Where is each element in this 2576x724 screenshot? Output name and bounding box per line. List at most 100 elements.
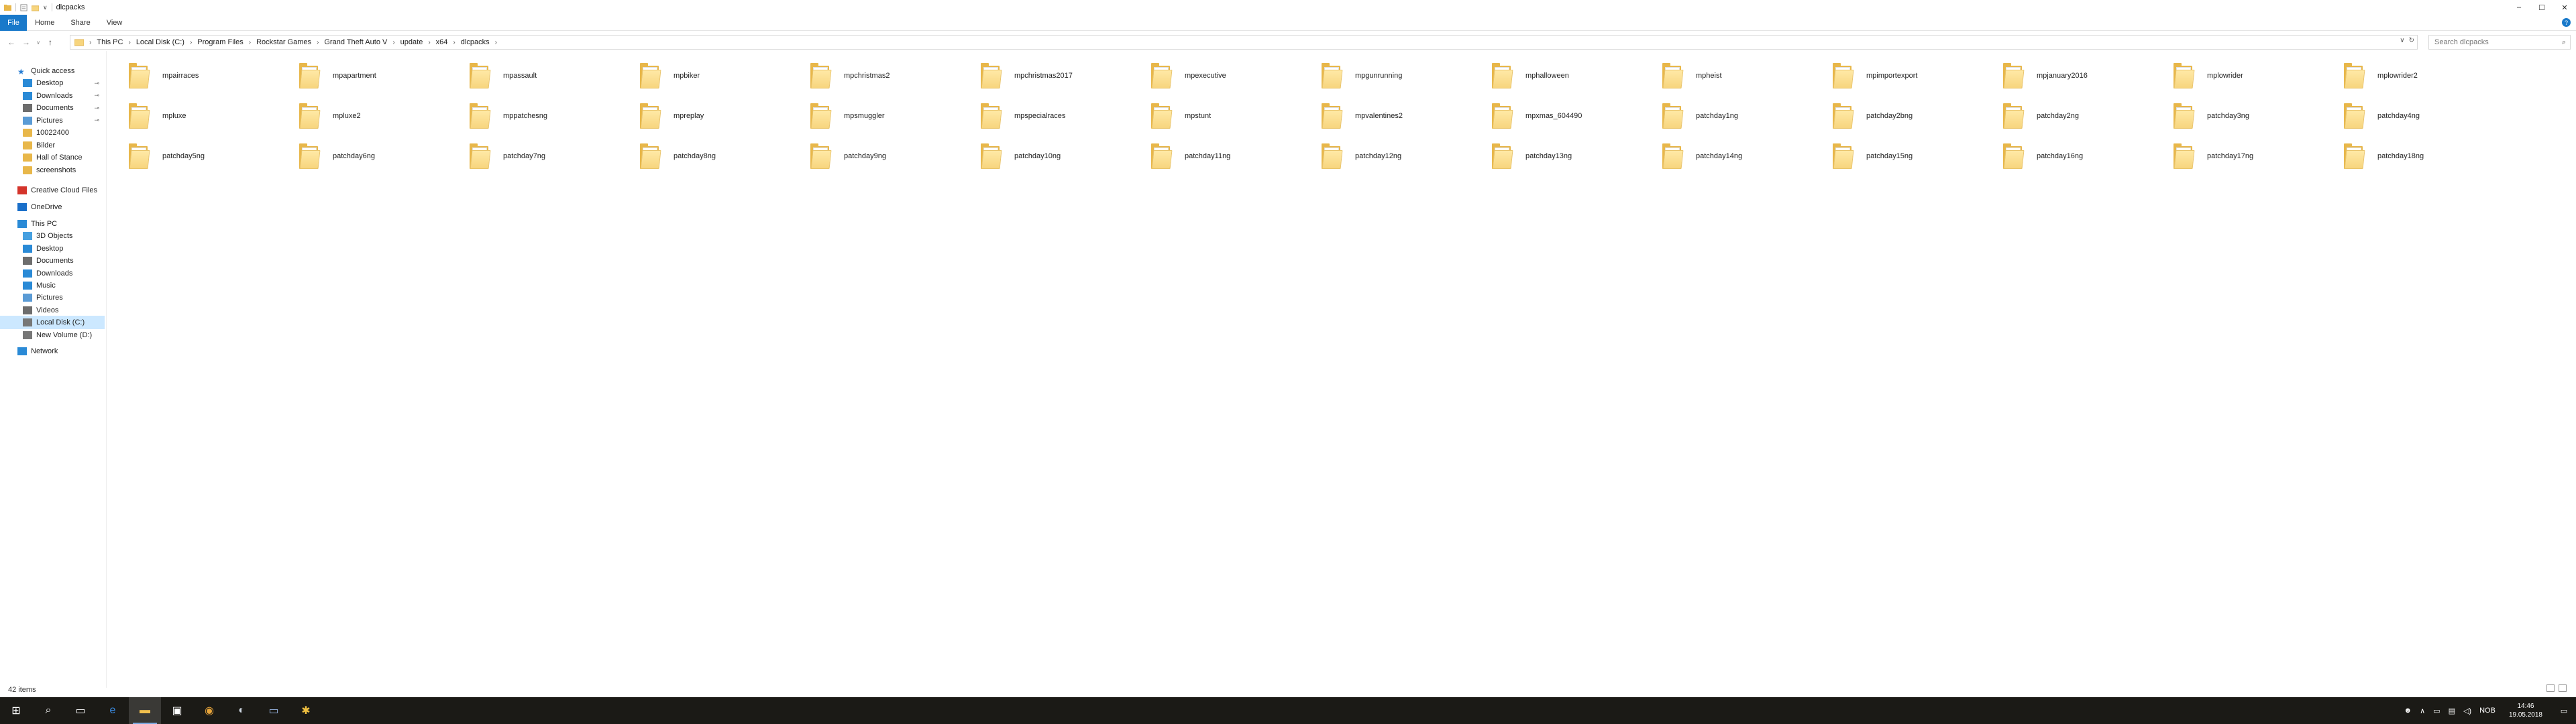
close-button[interactable]: ✕ <box>2553 0 2576 15</box>
large-icons-view-icon[interactable] <box>2559 684 2567 692</box>
chevron-right-icon[interactable]: › <box>392 39 394 46</box>
folder-item[interactable]: patchday3ng <box>2172 98 2340 134</box>
chevron-right-icon[interactable]: › <box>128 39 130 46</box>
nav-item-screenshots[interactable]: screenshots <box>0 164 105 177</box>
folder-item[interactable]: mpchristmas2 <box>809 58 977 94</box>
folder-item[interactable]: mpapartment <box>298 58 466 94</box>
chevron-up-icon[interactable]: ∧ <box>2420 707 2425 715</box>
folder-item[interactable]: mpstunt <box>1150 98 1318 134</box>
breadcrumb-item[interactable]: dlcpacks <box>461 38 490 46</box>
back-button[interactable]: ← <box>4 35 19 50</box>
search-field[interactable]: ⌕ <box>2428 35 2571 50</box>
folder-item[interactable]: mphalloween <box>1491 58 1658 94</box>
nav-item-new-volume-d[interactable]: New Volume (D:) <box>0 328 105 342</box>
nav-item-this-pc[interactable]: This PC <box>0 217 105 231</box>
nav-item-music[interactable]: Music <box>0 279 105 292</box>
folder-item[interactable]: mplowrider <box>2172 58 2340 94</box>
nav-item-onedrive[interactable]: OneDrive <box>0 200 105 214</box>
nav-item-creative-cloud-files[interactable]: Creative Cloud Files <box>0 184 105 197</box>
rockstar-launcher-icon[interactable]: ✱ <box>290 697 322 724</box>
folder-item[interactable]: patchday11ng <box>1150 138 1318 174</box>
start-icon[interactable]: ⊞ <box>0 697 32 724</box>
folder-item[interactable]: mpairraces <box>127 58 295 94</box>
tab-share[interactable]: Share <box>62 15 98 31</box>
chevron-right-icon[interactable]: › <box>428 39 430 46</box>
folder-item[interactable]: patchday10ng <box>979 138 1147 174</box>
file-explorer-icon[interactable]: ▬ <box>129 697 161 724</box>
breadcrumb-item[interactable]: This PC <box>97 38 123 46</box>
folder-item[interactable]: mpjanuary2016 <box>2002 58 2169 94</box>
folder-item[interactable]: patchday14ng <box>1661 138 1829 174</box>
chevron-right-icon[interactable]: › <box>89 39 91 46</box>
battery-icon[interactable]: ▭ <box>2433 707 2440 715</box>
folder-item[interactable]: mpvalentines2 <box>1320 98 1488 134</box>
chevron-down-icon[interactable]: ∨ <box>43 4 48 11</box>
nav-item-documents[interactable]: Documents ⊸ <box>0 101 105 115</box>
breadcrumb-item[interactable]: Program Files <box>197 38 243 46</box>
up-button[interactable]: ↑ <box>43 35 58 50</box>
action-center-icon[interactable]: ▭ <box>2552 697 2576 724</box>
nav-item-3d-objects[interactable]: 3D Objects <box>0 229 105 243</box>
folder-item[interactable]: patchday18ng <box>2343 138 2510 174</box>
folder-item[interactable]: patchday6ng <box>298 138 466 174</box>
folder-item[interactable]: patchday2bng <box>1831 98 1999 134</box>
app-window-icon[interactable]: ▭ <box>258 697 290 724</box>
nav-item-downloads[interactable]: Downloads ⊸ <box>0 89 105 103</box>
folder-item[interactable]: patchday9ng <box>809 138 977 174</box>
chevron-down-icon[interactable]: ∨ <box>2400 37 2404 44</box>
chevron-right-icon[interactable]: › <box>317 39 319 46</box>
folder-item[interactable]: patchday8ng <box>639 138 806 174</box>
minimize-button[interactable]: – <box>2508 0 2530 15</box>
details-view-icon[interactable] <box>2546 684 2555 692</box>
nav-item-quick-access[interactable]: ★ Quick access <box>0 64 105 78</box>
edge-icon[interactable]: e <box>97 697 129 724</box>
network-icon[interactable]: ▤ <box>2449 707 2455 715</box>
clock[interactable]: 14:46 19.05.2018 <box>2509 702 2542 719</box>
address-bar[interactable]: › This PC › Local Disk (C:) › Program Files ›… <box>70 35 2418 50</box>
folder-item[interactable]: patchday2ng <box>2002 98 2169 134</box>
tab-home[interactable]: Home <box>27 15 62 31</box>
new-folder-icon[interactable] <box>32 4 39 11</box>
folder-item[interactable]: patchday12ng <box>1320 138 1488 174</box>
folder-item[interactable]: mppatchesng <box>468 98 636 134</box>
search-input[interactable] <box>2434 38 2555 46</box>
nav-item-videos[interactable]: Videos <box>0 304 105 317</box>
language-indicator[interactable]: NOB <box>2479 707 2496 715</box>
folder-item[interactable]: mpgunrunning <box>1320 58 1488 94</box>
recent-locations-button[interactable]: ∨ <box>34 35 43 50</box>
nav-item-documents[interactable]: Documents <box>0 254 105 267</box>
volume-icon[interactable]: ◁) <box>2463 707 2471 715</box>
nav-item-desktop[interactable]: Desktop ⊸ <box>0 76 105 90</box>
folder-item[interactable]: mpassault <box>468 58 636 94</box>
folder-item[interactable]: mpsmuggler <box>809 98 977 134</box>
nav-item-bilder[interactable]: Bilder <box>0 139 105 152</box>
folder-item[interactable]: mpimportexport <box>1831 58 1999 94</box>
people-icon[interactable]: ☻ <box>2404 707 2412 715</box>
folder-item[interactable]: patchday17ng <box>2172 138 2340 174</box>
nav-item-desktop[interactable]: Desktop <box>0 242 105 255</box>
nav-item-network[interactable]: Network <box>0 345 105 358</box>
folder-item[interactable]: patchday15ng <box>1831 138 1999 174</box>
chrome-icon[interactable]: ◉ <box>193 697 225 724</box>
folder-item[interactable]: mpexecutive <box>1150 58 1318 94</box>
task-view-icon[interactable]: ▭ <box>64 697 97 724</box>
nav-item-local-disk-c[interactable]: Local Disk (C:) <box>0 316 105 330</box>
folder-item[interactable]: mpxmas_604490 <box>1491 98 1658 134</box>
folder-item[interactable]: patchday4ng <box>2343 98 2510 134</box>
folder-item[interactable]: mpbiker <box>639 58 806 94</box>
store-icon[interactable]: ▣ <box>161 697 193 724</box>
nav-item-10022400[interactable]: 10022400 <box>0 126 105 139</box>
breadcrumb-item[interactable]: Rockstar Games <box>256 38 311 46</box>
nav-item-pictures[interactable]: Pictures <box>0 291 105 304</box>
folder-item[interactable]: patchday13ng <box>1491 138 1658 174</box>
refresh-icon[interactable]: ↻ <box>2409 37 2414 44</box>
chevron-right-icon[interactable]: › <box>453 39 455 46</box>
folder-item[interactable]: mpluxe2 <box>298 98 466 134</box>
folder-item[interactable]: mpreplay <box>639 98 806 134</box>
search-icon[interactable]: ⌕ <box>32 697 64 724</box>
folder-item[interactable]: patchday16ng <box>2002 138 2169 174</box>
tab-view[interactable]: View <box>99 15 131 31</box>
chevron-right-icon[interactable]: › <box>495 39 497 46</box>
steam-icon[interactable]: ◐ <box>225 697 258 724</box>
breadcrumb-item[interactable]: x64 <box>436 38 448 46</box>
